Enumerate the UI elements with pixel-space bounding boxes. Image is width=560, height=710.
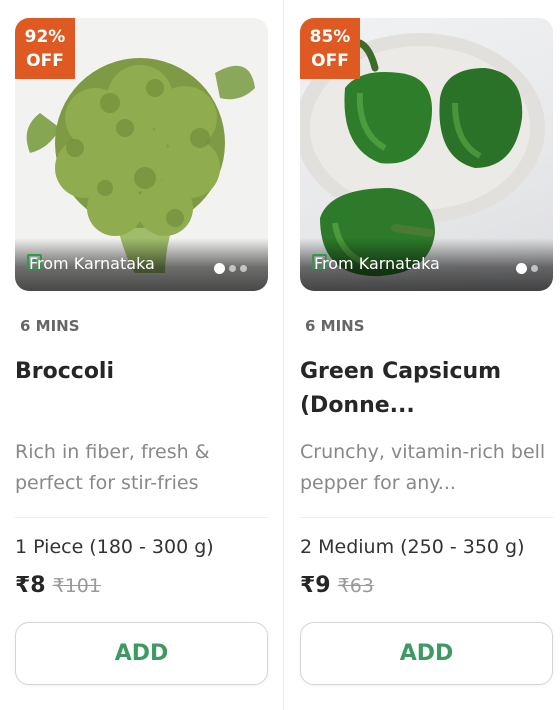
price: ₹9 xyxy=(300,573,331,598)
product-description: Rich in fiber, fresh & perfect for stir-… xyxy=(15,441,210,494)
mrp-strikethrough: ₹101 xyxy=(52,575,101,597)
delivery-time: 6 MINS xyxy=(305,317,365,335)
product-quantity: 1 Piece (180 - 300 g) xyxy=(15,536,214,558)
discount-off: OFF xyxy=(311,51,349,71)
product-card-capsicum[interactable]: 85% OFF From Karnataka 6 MINS Green Caps… xyxy=(285,0,555,710)
carousel-dot[interactable] xyxy=(240,264,247,272)
product-name[interactable]: Broccoli xyxy=(15,355,265,389)
product-description: Crunchy, vitamin-rich bell pepper for an… xyxy=(300,441,546,494)
card-divider xyxy=(283,0,284,710)
product-name[interactable]: Green Capsicum (Donne... xyxy=(300,355,550,423)
price-row: ₹9 ₹63 xyxy=(300,573,374,598)
origin-label: From Karnataka xyxy=(29,254,155,273)
carousel-dot[interactable] xyxy=(229,264,236,272)
separator xyxy=(15,517,268,518)
carousel-dots[interactable] xyxy=(516,262,538,274)
price: ₹8 xyxy=(15,573,46,598)
discount-off: OFF xyxy=(26,51,64,71)
carousel-dot[interactable] xyxy=(531,264,538,272)
discount-badge: 92% OFF xyxy=(15,18,75,79)
separator xyxy=(300,517,553,518)
origin-label: From Karnataka xyxy=(314,254,440,273)
carousel-dot-active[interactable] xyxy=(214,262,225,274)
add-button[interactable]: ADD xyxy=(300,622,553,685)
delivery-time: 6 MINS xyxy=(20,317,80,335)
product-card-broccoli[interactable]: 92% OFF From Karnataka 6 MINS Broccoli R… xyxy=(0,0,270,710)
mrp-strikethrough: ₹63 xyxy=(337,575,374,597)
discount-percent: 85% xyxy=(309,27,351,47)
product-quantity: 2 Medium (250 - 350 g) xyxy=(300,536,525,558)
carousel-dot-active[interactable] xyxy=(516,262,527,274)
add-button[interactable]: ADD xyxy=(15,622,268,685)
discount-percent: 92% xyxy=(24,27,66,47)
discount-badge: 85% OFF xyxy=(300,18,360,79)
price-row: ₹8 ₹101 xyxy=(15,573,101,598)
carousel-dots[interactable] xyxy=(214,262,247,274)
